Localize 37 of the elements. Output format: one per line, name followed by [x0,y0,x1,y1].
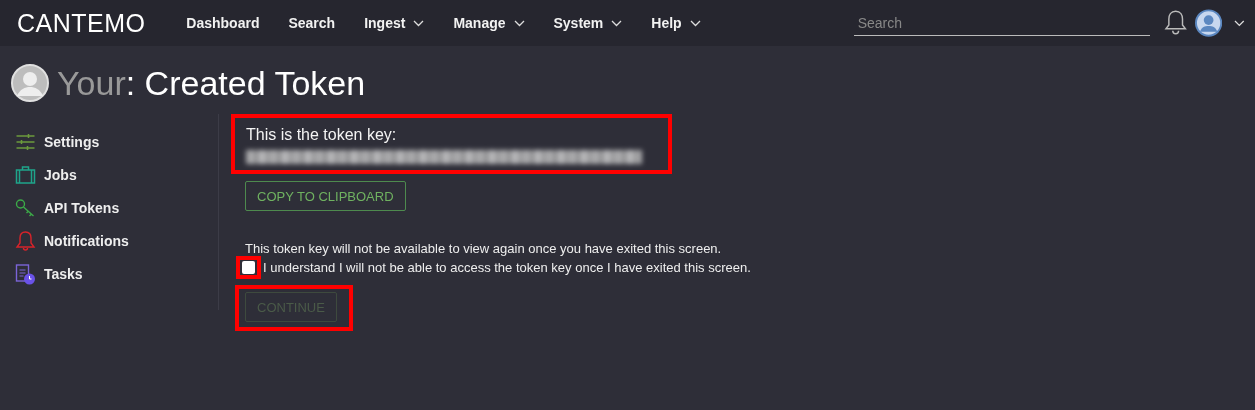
sidebar-label[interactable]: Settings [44,134,100,150]
key-icon [15,199,36,217]
sidebar-item[interactable]: Notifications [15,229,218,253]
nav-link[interactable]: System [553,15,623,31]
nav-link[interactable]: Search [288,15,336,31]
sidebar-label[interactable]: Tasks [44,266,83,282]
checkbox-label: I understand I will not be able to access the token key once I have exited this screen. [263,260,751,275]
sliders-icon [15,133,36,151]
nav-link[interactable]: Dashboard [186,15,260,31]
sidebar-label[interactable]: Notifications [44,233,129,249]
briefcase-icon [15,166,36,184]
sidebar-item[interactable]: API Tokens [15,196,218,220]
sidebar-item[interactable]: Settings [15,130,218,154]
caret-icon[interactable] [413,19,425,27]
search-field[interactable]: Search [853,10,1150,36]
nav-link[interactable]: Manage [453,15,525,31]
copy-button[interactable]: COPY TO CLIPBOARD [245,181,406,211]
sidebar-item[interactable]: Jobs [15,163,218,187]
sidebar-label[interactable]: Jobs [44,167,77,183]
caret-icon[interactable] [611,19,623,27]
page-title: Your: Created Token [57,63,366,103]
caret-icon[interactable] [1234,19,1245,27]
checkbox[interactable] [242,261,255,274]
clipboard-clock-icon [15,263,36,285]
warning-text: This token key will not be available to view again once you have exited this screen. [245,241,722,256]
user-icon [11,64,49,102]
caret-icon[interactable] [513,19,525,27]
logo[interactable]: CANTEMO [17,8,187,38]
bell-icon [15,231,36,251]
token-heading: This is the token key: [246,126,398,144]
nav-link[interactable]: Help [651,15,701,31]
caret-icon[interactable] [689,19,701,27]
bell-icon[interactable] [1163,9,1188,37]
sidebar-label[interactable]: API Tokens [44,200,120,216]
avatar-icon[interactable] [1195,9,1223,37]
nav-link[interactable]: Ingest [364,15,425,31]
sidebar-item[interactable]: Tasks [15,262,218,286]
